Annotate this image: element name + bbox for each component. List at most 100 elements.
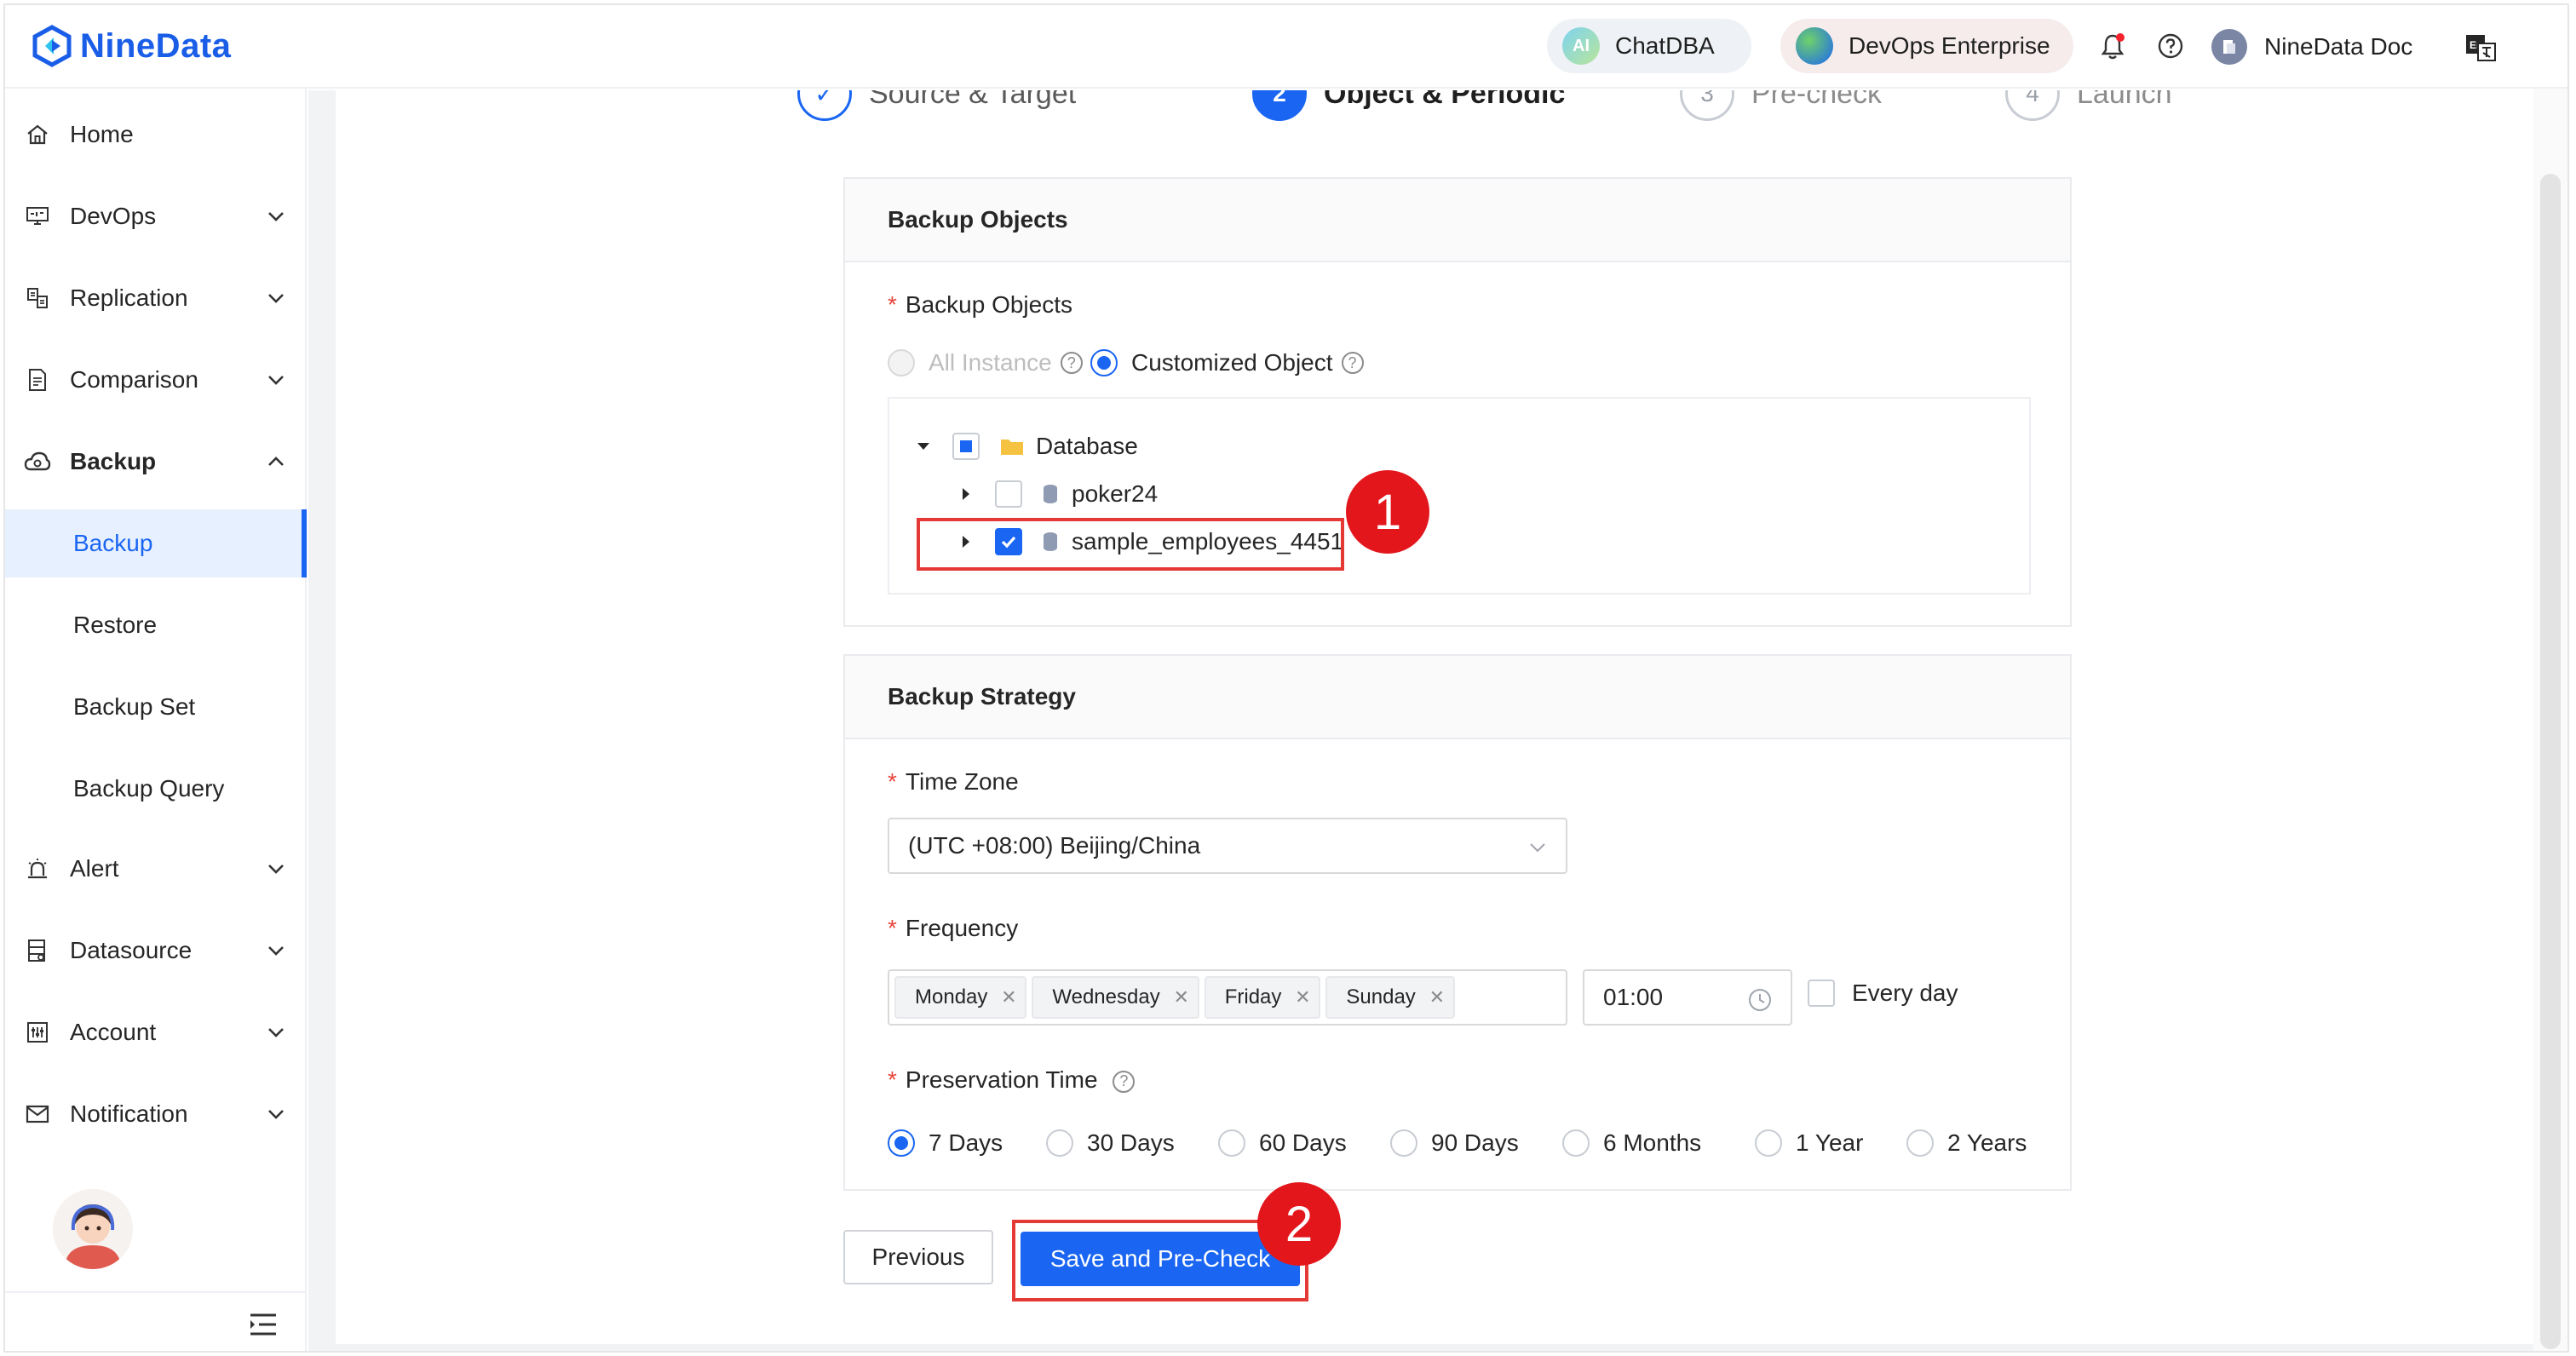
step-number: 2	[1252, 90, 1307, 121]
sidebar-item-backup[interactable]: Backup	[5, 428, 307, 496]
field-label-text: Preservation Time	[905, 1066, 1098, 1093]
every-day-checkbox[interactable]: Every day	[1808, 980, 1958, 1007]
radio-label: 2 Years	[1947, 1129, 2027, 1156]
sidebar-item-home[interactable]: Home	[5, 101, 307, 169]
step-source-target[interactable]: ✓ Source & Target	[797, 90, 1076, 121]
tag-label: Wednesday	[1052, 985, 1160, 1008]
every-day-checkbox-box[interactable]	[1808, 980, 1835, 1007]
radio-label: 7 Days	[929, 1129, 1003, 1156]
chevron-down-icon	[266, 206, 286, 227]
step-label: Launch	[2077, 90, 2172, 110]
caret-right-icon[interactable]	[957, 486, 975, 503]
tree-node-database[interactable]: Database	[915, 428, 1138, 465]
devops-enterprise-button[interactable]: DevOps Enterprise	[1780, 19, 2073, 73]
radio-30-days[interactable]: 30 Days	[1046, 1129, 1175, 1157]
section-title: Backup Objects	[845, 179, 2070, 262]
radio-7-days[interactable]: 7 Days	[888, 1129, 1003, 1157]
poker24-checkbox[interactable]	[995, 480, 1022, 508]
database-checkbox[interactable]	[952, 433, 980, 460]
close-icon[interactable]: ✕	[1428, 986, 1446, 1008]
sidebar-item-datasource[interactable]: Datasource	[5, 916, 307, 985]
scrollbar[interactable]	[2533, 89, 2567, 1351]
support-avatar[interactable]	[53, 1189, 133, 1269]
mail-icon	[24, 1100, 51, 1128]
sidebar-item-label: Replication	[70, 284, 188, 311]
radio-circle	[1218, 1129, 1245, 1157]
close-icon[interactable]: ✕	[999, 986, 1018, 1008]
sidebar-subitem-label: Restore	[73, 612, 158, 638]
sidebar-item-alert[interactable]: Alert	[5, 835, 307, 903]
sidebar-item-label: Backup	[70, 448, 157, 474]
step-label: Pre-check	[1751, 90, 1883, 110]
day-tag-wednesday: Wednesday ✕	[1032, 976, 1199, 1019]
radio-all-instance[interactable]: All Instance ?	[888, 349, 1083, 376]
backup-strategy-section: Backup Strategy * Time Zone (UTC +08:00) …	[843, 654, 2072, 1191]
devops-icon	[24, 203, 51, 230]
menu-collapse-icon	[250, 1313, 276, 1336]
chevron-down-icon	[266, 288, 286, 308]
home-icon	[24, 121, 51, 148]
step-object-periodic[interactable]: 2 Object & Periodic	[1252, 90, 1565, 121]
time-picker[interactable]: 01:00	[1583, 969, 1792, 1026]
sidebar-item-notification[interactable]: Notification	[5, 1080, 307, 1148]
help-icon[interactable]: ?	[1060, 352, 1083, 374]
scrollbar-thumb[interactable]	[2540, 174, 2561, 1349]
logo[interactable]: NineData	[31, 22, 231, 70]
comparison-icon	[24, 366, 51, 394]
sidebar-subitem-backup-set[interactable]: Backup Set	[5, 673, 307, 741]
timezone-select[interactable]: (UTC +08:00) Beijing/China	[888, 818, 1567, 874]
form-card: ✓ Source & Target 2 Object & Periodic 3 …	[336, 90, 2544, 1344]
collapse-sidebar-button[interactable]	[5, 1291, 307, 1351]
sidebar-item-devops[interactable]: DevOps	[5, 182, 307, 250]
language-switch-icon[interactable]: En	[2464, 31, 2498, 65]
chevron-down-icon	[266, 370, 286, 390]
bell-icon[interactable]	[2097, 31, 2128, 61]
chatdba-button[interactable]: AI ChatDBA	[1547, 19, 1751, 73]
field-label-text: Time Zone	[905, 768, 1019, 795]
sidebar-subitem-backup[interactable]: Backup	[5, 509, 307, 577]
step-pre-check: 3 Pre-check	[1680, 90, 1882, 121]
chevron-up-icon	[266, 451, 286, 472]
radio-circle	[1390, 1129, 1417, 1157]
previous-button[interactable]: Previous	[843, 1230, 993, 1284]
help-icon[interactable]: ?	[1341, 352, 1364, 374]
sidebar-item-comparison[interactable]: Comparison	[5, 346, 307, 414]
radio-1-year[interactable]: 1 Year	[1755, 1129, 1863, 1157]
tree-node-poker24[interactable]: poker24	[957, 475, 1158, 513]
field-label-text: Frequency	[905, 915, 1019, 941]
day-tag-sunday: Sunday ✕	[1325, 976, 1455, 1019]
step-number: 4	[2005, 90, 2060, 121]
radio-customized-object[interactable]: Customized Object ?	[1090, 349, 1364, 376]
radio-label: 1 Year	[1796, 1129, 1864, 1156]
check-icon: ✓	[797, 90, 852, 121]
sidebar-item-account[interactable]: Account	[5, 998, 307, 1066]
radio-6-months[interactable]: 6 Months	[1562, 1129, 1701, 1157]
caret-down-icon[interactable]	[915, 438, 932, 455]
every-day-label: Every day	[1852, 980, 1958, 1006]
close-icon[interactable]: ✕	[1172, 986, 1191, 1008]
radio-circle	[1562, 1129, 1590, 1157]
chevron-down-icon	[266, 940, 286, 961]
backup-objects-label: * Backup Objects	[888, 291, 1072, 319]
radio-90-days[interactable]: 90 Days	[1390, 1129, 1519, 1157]
radio-60-days[interactable]: 60 Days	[1218, 1129, 1347, 1157]
ninedata-doc-link[interactable]: NineData Doc	[2211, 29, 2412, 65]
radio-label: Customized Object	[1131, 349, 1333, 376]
section-title: Backup Strategy	[845, 656, 2070, 739]
help-icon[interactable]: ?	[1113, 1070, 1136, 1093]
top-header: NineData AI ChatDBA DevOps Enterprise Ni…	[5, 5, 2567, 89]
app-window: NineData AI ChatDBA DevOps Enterprise Ni…	[3, 3, 2569, 1353]
radio-2-years[interactable]: 2 Years	[1906, 1129, 2027, 1157]
field-label-text: Backup Objects	[905, 291, 1073, 318]
sidebar-subitem-restore[interactable]: Restore	[5, 591, 307, 659]
annotation-badge-2: 2	[1257, 1182, 1341, 1266]
required-mark: *	[888, 915, 897, 941]
help-icon[interactable]	[2155, 31, 2186, 61]
frequency-days-select[interactable]: Monday ✕ Wednesday ✕ Friday ✕ Sunday ✕	[888, 969, 1567, 1026]
day-tag-friday: Friday ✕	[1204, 976, 1321, 1019]
close-icon[interactable]: ✕	[1293, 986, 1312, 1008]
ninedata-logo-icon	[32, 25, 72, 67]
clock-icon	[1749, 989, 1771, 1011]
sidebar-item-replication[interactable]: Replication	[5, 264, 307, 332]
sidebar-subitem-backup-query[interactable]: Backup Query	[5, 755, 307, 823]
